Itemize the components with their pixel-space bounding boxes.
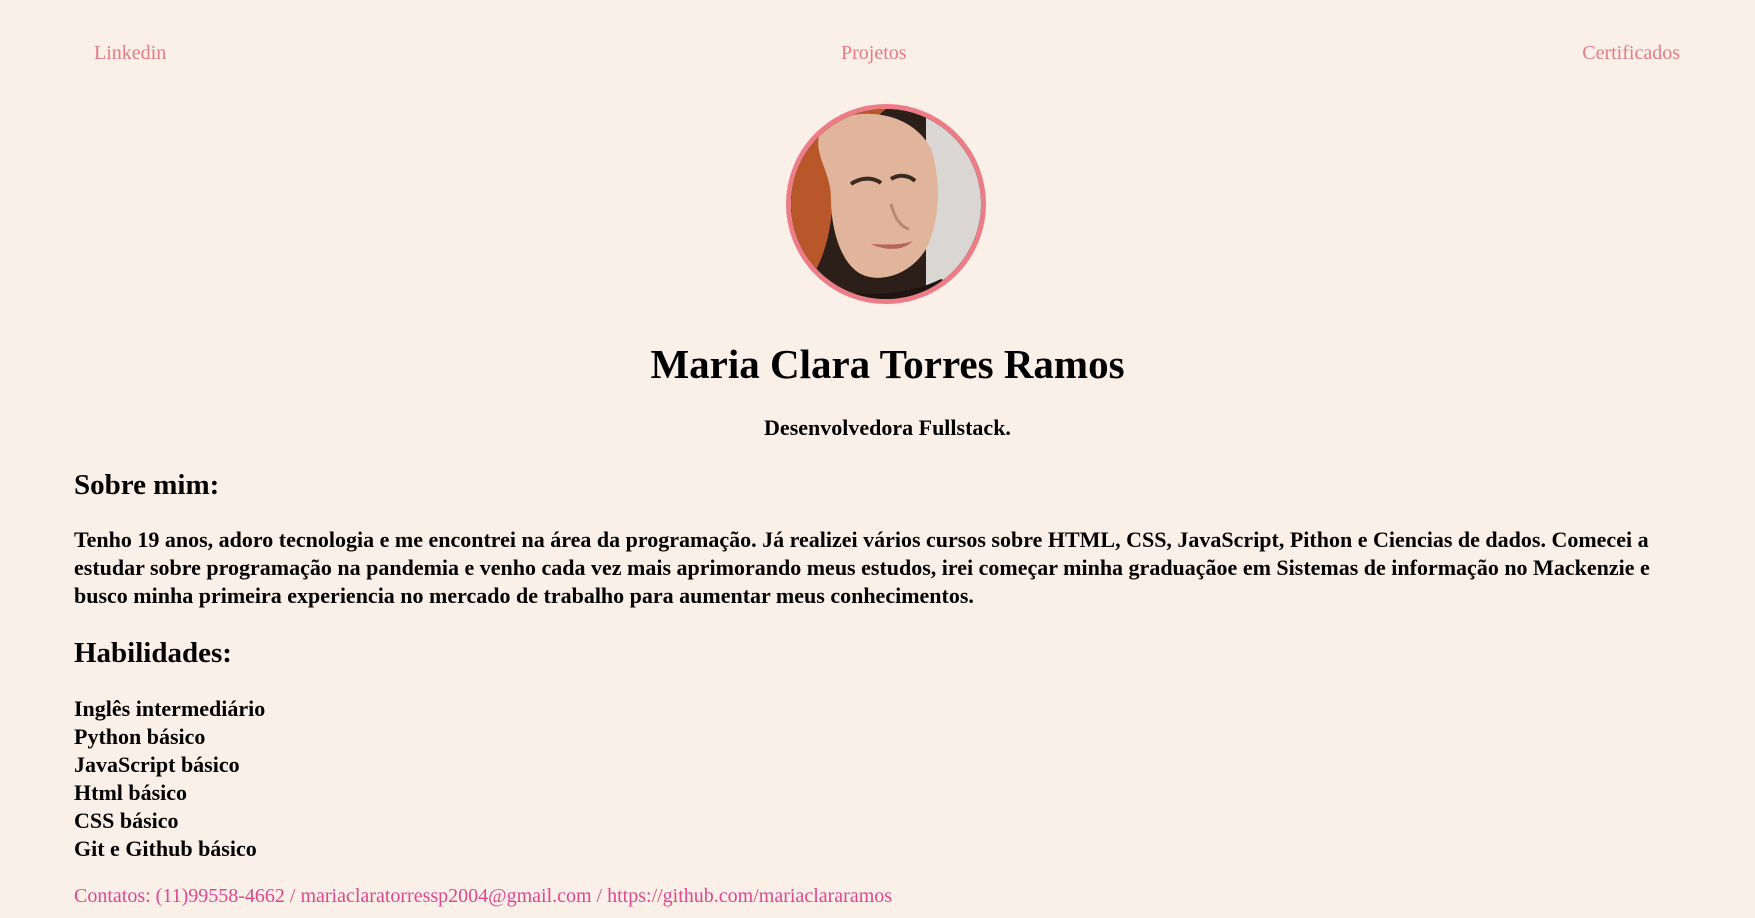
- skill-item: Html básico: [74, 780, 188, 805]
- skill-item: Git e Github básico: [74, 836, 257, 861]
- about-text: Tenho 19 anos, adoro tecnologia e me enc…: [74, 527, 1650, 608]
- top-nav: Linkedin Projetos Certificados: [0, 40, 1755, 66]
- nav-link-linkedin[interactable]: Linkedin: [94, 40, 166, 66]
- skill-item: Inglês intermediário: [74, 696, 266, 721]
- profile-name: Maria Clara Torres Ramos: [650, 341, 1125, 387]
- contacts-line: Contatos: (11)99558-4662 / mariaclarator…: [74, 885, 893, 907]
- profile-photo: [786, 104, 986, 304]
- skills-title: Habilidades:: [74, 637, 232, 669]
- skill-item: Python básico: [74, 724, 206, 749]
- skill-item: CSS básico: [74, 808, 179, 833]
- about-title: Sobre mim:: [74, 469, 220, 501]
- nav-link-certificados[interactable]: Certificados: [1582, 40, 1680, 66]
- skill-item: JavaScript básico: [74, 752, 240, 777]
- profile-role: Desenvolvedora Fullstack.: [764, 415, 1011, 440]
- skills-list: Inglês intermediário Python básico JavaS…: [74, 695, 265, 863]
- nav-link-projetos[interactable]: Projetos: [841, 40, 907, 66]
